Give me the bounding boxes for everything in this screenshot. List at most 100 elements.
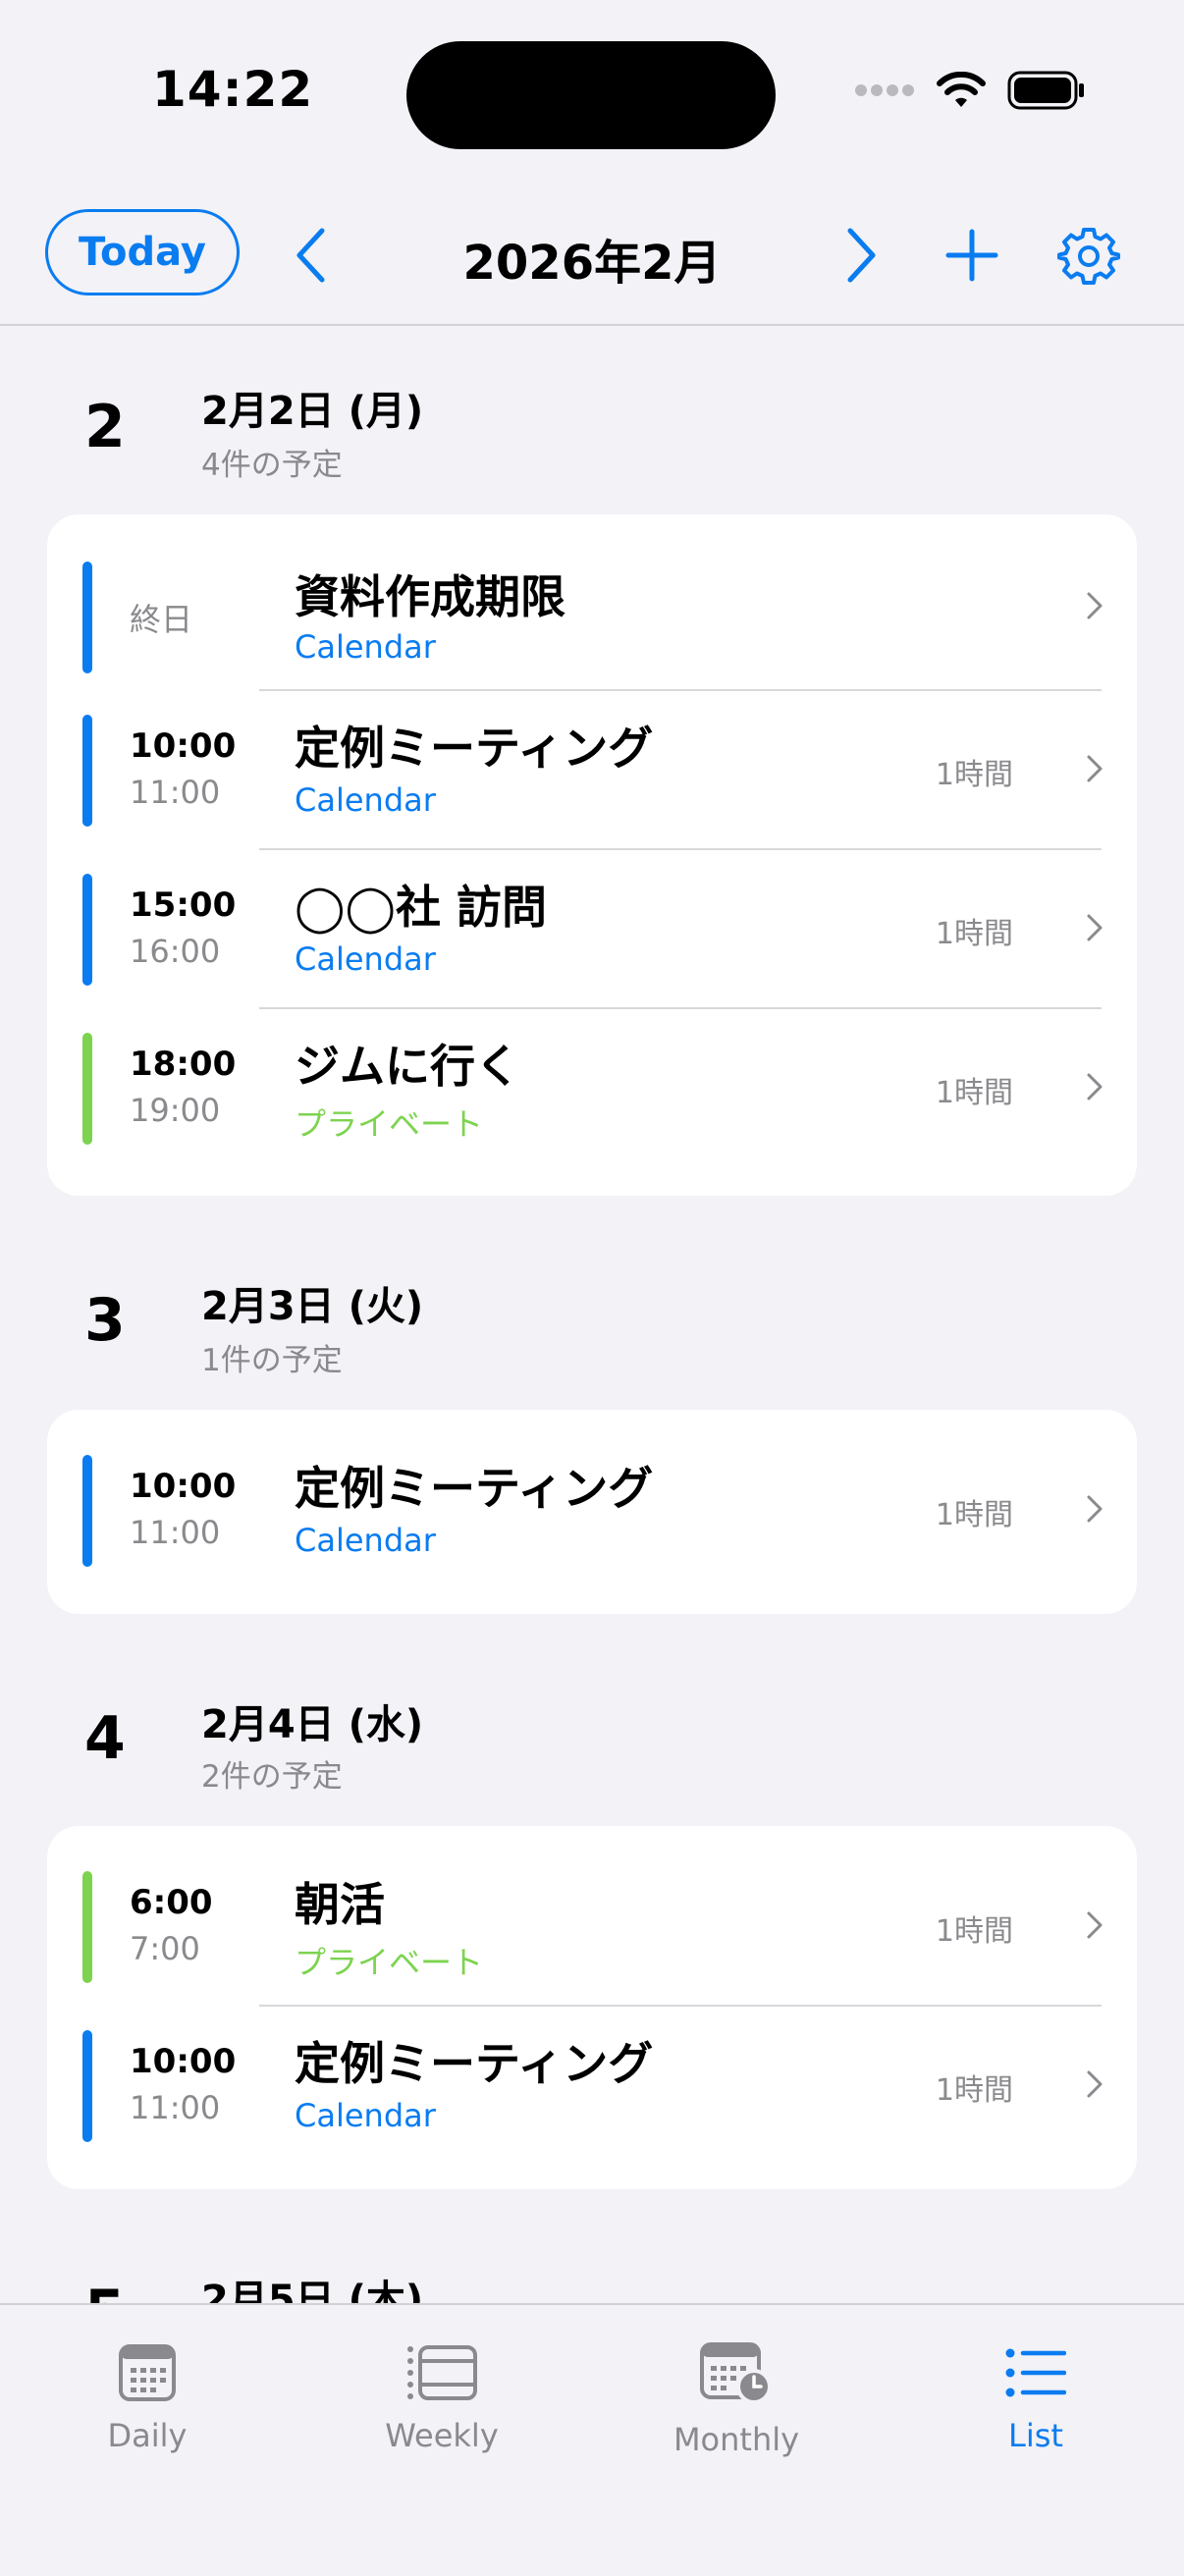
today-button[interactable]: Today xyxy=(45,209,240,295)
calendar-color-bar xyxy=(82,2030,92,2142)
event-duration: 1時間 xyxy=(935,1076,1013,1110)
start-time: 15:00 xyxy=(130,886,237,925)
event-calendar: Calendar xyxy=(295,628,436,666)
tab-list[interactable]: List xyxy=(888,2336,1183,2454)
status-bar: 14:22 xyxy=(0,0,1184,187)
event-title: 定例ミーティング xyxy=(295,722,654,775)
day-number: 3 xyxy=(84,1286,126,1355)
next-month-button[interactable] xyxy=(834,228,889,283)
event-calendar: プライベート xyxy=(295,1944,484,1981)
event-count: 1件の予定 xyxy=(201,1343,343,1378)
start-time: 10:00 xyxy=(130,726,237,766)
event-row[interactable]: 10:00 11:00 定例ミーティング Calendar 1時間 xyxy=(47,2007,1137,2189)
chevron-left-icon xyxy=(296,228,325,283)
calendar-color-bar xyxy=(82,715,92,827)
event-row[interactable]: 18:00 19:00 ジムに行く プライベート 1時間 xyxy=(47,1009,1137,1168)
event-row[interactable]: 10:00 11:00 定例ミーティング Calendar 1時間 xyxy=(47,691,1137,850)
start-time: 10:00 xyxy=(130,1467,237,1506)
tab-weekly[interactable]: Weekly xyxy=(295,2336,589,2454)
end-time: 16:00 xyxy=(130,933,221,970)
calendar-clock-icon xyxy=(589,2336,884,2409)
tab-bar: Daily Weekly Monthly List xyxy=(0,2303,1184,2576)
day-title: 2月2日 (月) xyxy=(201,389,424,434)
events-card: 6:00 7:00 朝活 プライベート 1時間 10:00 11:00 定例ミー… xyxy=(47,1826,1137,2189)
event-row[interactable]: 終日 資料作成期限 Calendar xyxy=(47,514,1137,691)
tab-label: Daily xyxy=(107,2417,188,2454)
day-number: 5 xyxy=(84,2278,143,2303)
tab-label: Weekly xyxy=(385,2417,499,2454)
end-time: 11:00 xyxy=(130,2089,221,2126)
event-calendar: Calendar xyxy=(295,1522,436,1559)
events-card: 10:00 11:00 定例ミーティング Calendar 1時間 xyxy=(47,1410,1137,1614)
wifi-icon xyxy=(937,72,986,107)
settings-button[interactable] xyxy=(1056,224,1121,289)
plus-icon xyxy=(945,229,998,282)
chevron-right-icon xyxy=(847,228,876,283)
chevron-right-icon xyxy=(1087,755,1103,782)
day-number: 2 xyxy=(84,393,126,461)
calendar-color-bar xyxy=(82,562,92,673)
start-time: 18:00 xyxy=(130,1045,237,1084)
event-title: 定例ミーティング xyxy=(295,2037,654,2090)
calendar-week-icon xyxy=(295,2336,589,2409)
event-title: ジムに行く xyxy=(295,1040,520,1093)
day-number: 4 xyxy=(84,1704,126,1773)
event-title: ◯◯社 訪問 xyxy=(295,881,547,934)
chevron-right-icon xyxy=(1087,1495,1103,1523)
event-duration: 1時間 xyxy=(935,1914,1013,1949)
calendar-day-icon xyxy=(0,2336,295,2409)
day-title: 2月4日 (水) xyxy=(201,1702,424,1747)
event-duration: 1時間 xyxy=(935,917,1013,951)
all-day-label: 終日 xyxy=(130,601,193,638)
day-title: 2月5日 (木) xyxy=(201,2278,424,2303)
chevron-right-icon xyxy=(1087,1073,1103,1100)
month-title: 2026年2月 xyxy=(462,236,722,291)
navigation-header: Today 2026年2月 xyxy=(0,187,1184,326)
status-time: 14:22 xyxy=(152,61,314,118)
gear-icon xyxy=(1057,228,1120,285)
event-calendar: Calendar xyxy=(295,781,436,819)
dynamic-island xyxy=(406,41,776,149)
add-event-button[interactable] xyxy=(942,226,1001,285)
event-count: 4件の予定 xyxy=(201,448,343,483)
end-time: 11:00 xyxy=(130,1514,221,1551)
day-title: 2月3日 (火) xyxy=(201,1284,424,1329)
event-count: 2件の予定 xyxy=(201,1759,343,1795)
tab-label: List xyxy=(1008,2417,1063,2454)
event-duration: 1時間 xyxy=(935,1498,1013,1532)
event-title: 朝活 xyxy=(295,1878,385,1931)
end-time: 7:00 xyxy=(130,1930,200,1967)
end-time: 11:00 xyxy=(130,774,221,811)
tab-label: Monthly xyxy=(673,2421,800,2458)
end-time: 19:00 xyxy=(130,1092,221,1129)
event-duration: 1時間 xyxy=(935,2073,1013,2108)
event-row[interactable]: 6:00 7:00 朝活 プライベート 1時間 xyxy=(47,1826,1137,2007)
chevron-right-icon xyxy=(1087,1911,1103,1939)
start-time: 6:00 xyxy=(130,1883,213,1922)
calendar-color-bar xyxy=(82,874,92,986)
chevron-right-icon xyxy=(1087,592,1103,619)
event-calendar: Calendar xyxy=(295,940,436,978)
chevron-right-icon xyxy=(1087,914,1103,941)
list-icon xyxy=(888,2336,1183,2409)
event-row[interactable]: 10:00 11:00 定例ミーティング Calendar 1時間 xyxy=(47,1410,1137,1614)
start-time: 10:00 xyxy=(130,2042,237,2081)
tab-monthly[interactable]: Monthly xyxy=(589,2336,884,2458)
calendar-color-bar xyxy=(82,1455,92,1567)
event-calendar: Calendar xyxy=(295,2097,436,2134)
previous-month-button[interactable] xyxy=(283,228,338,283)
status-icons xyxy=(854,71,1086,110)
event-duration: 1時間 xyxy=(935,758,1013,792)
event-list[interactable]: 2 2月2日 (月) 4件の予定 終日 資料作成期限 Calendar 10:0… xyxy=(0,326,1184,2303)
events-card: 終日 資料作成期限 Calendar 10:00 11:00 定例ミーティング … xyxy=(47,514,1137,1196)
tab-daily[interactable]: Daily xyxy=(0,2336,295,2454)
cellular-signal-icon xyxy=(855,84,914,96)
event-row[interactable]: 15:00 16:00 ◯◯社 訪問 Calendar 1時間 xyxy=(47,850,1137,1009)
calendar-color-bar xyxy=(82,1033,92,1145)
battery-icon xyxy=(1007,71,1084,110)
event-title: 資料作成期限 xyxy=(295,570,565,623)
chevron-right-icon xyxy=(1087,2070,1103,2098)
event-calendar: プライベート xyxy=(295,1105,484,1143)
event-title: 定例ミーティング xyxy=(295,1462,654,1515)
calendar-color-bar xyxy=(82,1871,92,1983)
